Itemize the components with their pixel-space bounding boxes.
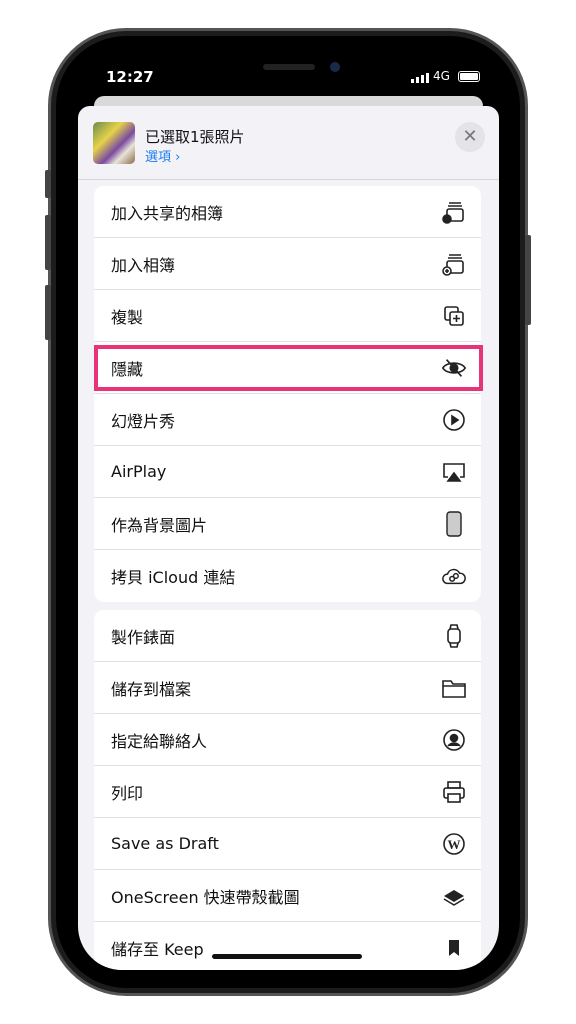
status-bar: 12:27 4G <box>78 58 499 98</box>
action-label: 儲存到檔案 <box>111 679 192 699</box>
actions-group-2: 製作錶面儲存到檔案指定給聯絡人 列印 Save as Draft W OneScreen… <box>94 610 481 970</box>
photo-thumbnail <box>93 122 135 164</box>
hide-highlight-box <box>94 345 483 391</box>
speaker <box>263 64 315 70</box>
camera <box>330 62 340 72</box>
duplicate-icon <box>441 303 467 329</box>
options-link[interactable]: 選項 › <box>145 146 180 165</box>
action-row[interactable]: 儲存到檔案 <box>94 662 481 714</box>
action-row[interactable]: 作為背景圖片 <box>94 498 481 550</box>
action-label: AirPlay <box>111 462 167 481</box>
action-row[interactable]: 儲存至 Keep <box>94 922 481 970</box>
cloud-link-icon <box>441 563 467 589</box>
action-row[interactable]: 加入共享的相簿 <box>94 186 481 238</box>
action-label: 儲存至 Keep <box>111 940 204 959</box>
side-button <box>525 235 531 325</box>
contact-icon <box>441 727 467 753</box>
action-label: 複製 <box>111 307 144 327</box>
play-circle-icon <box>441 407 467 433</box>
action-row[interactable]: 列印 <box>94 766 481 818</box>
action-row[interactable]: 加入相簿 <box>94 238 481 290</box>
printer-icon <box>441 779 467 805</box>
action-row[interactable]: Save as Draft W <box>94 818 481 870</box>
action-label: 作為背景圖片 <box>111 515 208 535</box>
action-label: 指定給聯絡人 <box>111 731 208 751</box>
action-label: 幻燈片秀 <box>111 411 176 431</box>
home-indicator[interactable] <box>212 954 362 959</box>
share-header: 已選取1張照片 選項 › ✕ <box>78 106 499 180</box>
action-label: Save as Draft <box>111 834 219 853</box>
status-time: 12:27 <box>106 68 154 86</box>
action-row[interactable]: 拷貝 iCloud 連結 <box>94 550 481 602</box>
action-row[interactable]: 幻燈片秀 <box>94 394 481 446</box>
action-row[interactable]: 製作錶面 <box>94 610 481 662</box>
iphone-icon <box>441 511 467 537</box>
folder-icon <box>441 675 467 701</box>
action-row[interactable]: OneScreen 快速帶殼截圖 <box>94 870 481 922</box>
action-label: 列印 <box>111 783 144 803</box>
actions-group-1: 加入共享的相簿 加入相簿 複製 隱藏 幻燈片秀 AirPlay 作為背景圖片 拷貝 iClou… <box>94 186 481 602</box>
signal-icon <box>411 73 429 83</box>
action-label: 製作錶面 <box>111 627 176 647</box>
action-label: 加入共享的相簿 <box>111 203 224 223</box>
network-type: 4G <box>433 69 450 83</box>
action-label: 加入相簿 <box>111 255 176 275</box>
add-album-icon <box>441 251 467 277</box>
action-row[interactable]: 複製 <box>94 290 481 342</box>
screen: 12:27 4G 已選取1張照片 選項 › ✕ 加入共享的相簿 加入相簿 複製 隱藏幻… <box>78 58 499 970</box>
wordpress-icon: W <box>441 831 467 857</box>
action-row[interactable]: AirPlay <box>94 446 481 498</box>
shared-album-icon <box>441 199 467 225</box>
airplay-icon <box>441 459 467 485</box>
action-label: OneScreen 快速帶殼截圖 <box>111 887 300 907</box>
volume-down-button <box>45 285 51 340</box>
battery-icon <box>458 71 480 82</box>
selection-title: 已選取1張照片 <box>145 128 245 146</box>
close-button[interactable]: ✕ <box>455 122 485 152</box>
share-sheet: 已選取1張照片 選項 › ✕ 加入共享的相簿 加入相簿 複製 隱藏 幻燈片秀 AirPla… <box>78 106 499 970</box>
svg-text:W: W <box>448 837 461 852</box>
action-row[interactable]: 指定給聯絡人 <box>94 714 481 766</box>
bookmark-icon <box>441 935 467 961</box>
volume-up-button <box>45 215 51 270</box>
action-label: 拷貝 iCloud 連結 <box>111 568 236 587</box>
mute-switch <box>45 170 51 198</box>
onescreen-icon <box>441 883 467 909</box>
watch-icon <box>441 623 467 649</box>
